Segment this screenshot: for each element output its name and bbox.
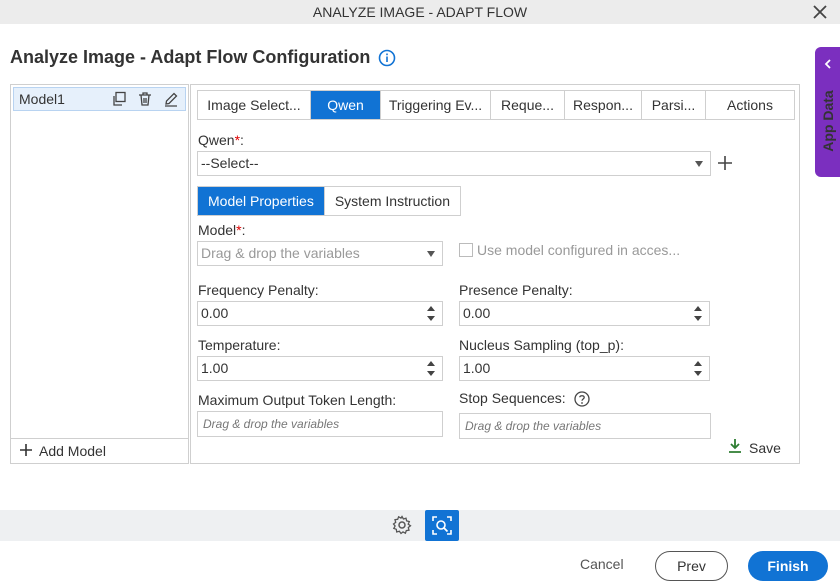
configuration-panel: Image Select... Qwen Triggering Ev... Re…: [190, 84, 800, 464]
subtab-model-properties[interactable]: Model Properties: [198, 187, 325, 215]
temperature-input[interactable]: 1.00: [197, 356, 443, 381]
property-subtabs: Model Properties System Instruction: [197, 186, 461, 216]
finish-button[interactable]: Finish: [748, 551, 828, 581]
app-data-panel-toggle[interactable]: App Data: [815, 47, 840, 177]
info-icon[interactable]: [378, 49, 396, 67]
stepper-icon[interactable]: [693, 359, 703, 378]
presence-penalty-label: Presence Penalty:: [459, 282, 573, 298]
frequency-penalty-label: Frequency Penalty:: [198, 282, 319, 298]
presence-penalty-value: 0.00: [463, 305, 491, 321]
add-model-label: Add Model: [39, 443, 106, 459]
image-scan-button[interactable]: [425, 510, 459, 541]
presence-penalty-input[interactable]: 0.00: [459, 301, 710, 326]
chevron-left-icon: [822, 57, 834, 69]
model-list-item[interactable]: Model1: [13, 87, 186, 111]
prev-button[interactable]: Prev: [655, 551, 728, 581]
temperature-value: 1.00: [201, 360, 229, 376]
model-item-actions: [111, 91, 179, 107]
max-output-token-label: Maximum Output Token Length:: [198, 392, 397, 408]
tab-qwen[interactable]: Qwen: [311, 91, 381, 119]
app-data-label: App Data: [820, 90, 836, 152]
tab-triggering-events[interactable]: Triggering Ev...: [381, 91, 491, 119]
nucleus-sampling-label: Nucleus Sampling (top_p):: [459, 337, 624, 353]
save-icon: [727, 438, 743, 457]
temperature-label: Temperature:: [198, 337, 281, 353]
help-icon[interactable]: [573, 391, 590, 407]
model-select[interactable]: Drag & drop the variables: [197, 241, 443, 266]
nucleus-sampling-value: 1.00: [463, 360, 491, 376]
close-icon[interactable]: [810, 2, 830, 22]
max-output-token-drop-field[interactable]: Drag & drop the variables: [197, 411, 443, 437]
qwen-select-value: --Select--: [201, 155, 259, 171]
copy-icon[interactable]: [111, 91, 127, 107]
save-label: Save: [749, 439, 781, 456]
stepper-icon[interactable]: [693, 304, 703, 323]
caret-down-icon: [427, 251, 435, 257]
frequency-penalty-input[interactable]: 0.00: [197, 301, 443, 326]
save-button[interactable]: Save: [727, 438, 781, 457]
use-configured-model-checkbox[interactable]: Use model configured in acces...: [459, 242, 680, 258]
model-select-placeholder: Drag & drop the variables: [201, 245, 360, 261]
tab-image-select[interactable]: Image Select...: [198, 91, 311, 119]
footer-toolbar: [0, 510, 840, 541]
tab-actions[interactable]: Actions: [706, 91, 794, 119]
add-model-button[interactable]: Add Model: [11, 438, 188, 463]
subtab-system-instruction[interactable]: System Instruction: [325, 187, 460, 215]
delete-icon[interactable]: [137, 91, 153, 107]
window-title: ANALYZE IMAGE - ADAPT FLOW: [312, 4, 528, 20]
config-tabs: Image Select... Qwen Triggering Ev... Re…: [197, 90, 795, 120]
stepper-icon[interactable]: [426, 359, 436, 378]
image-scan-icon: [432, 516, 452, 535]
add-connection-plus-icon[interactable]: [717, 155, 733, 171]
model-item-label: Model1: [19, 91, 65, 107]
qwen-select[interactable]: --Select--: [197, 151, 711, 176]
cancel-button[interactable]: Cancel: [580, 556, 624, 572]
stop-sequences-label: Stop Sequences:: [459, 390, 566, 406]
frequency-penalty-value: 0.00: [201, 305, 229, 321]
edit-icon[interactable]: [163, 91, 179, 107]
tab-response[interactable]: Respon...: [565, 91, 642, 119]
plus-icon: [19, 443, 33, 460]
stop-sequences-label-row: Stop Sequences:: [459, 390, 590, 407]
nucleus-sampling-input[interactable]: 1.00: [459, 356, 710, 381]
tab-parsing[interactable]: Parsi...: [642, 91, 706, 119]
page-title-row: Analyze Image - Adapt Flow Configuration: [10, 47, 396, 68]
model-list-panel: Model1 Add Model: [10, 84, 189, 464]
caret-down-icon: [695, 161, 703, 167]
stepper-icon[interactable]: [426, 304, 436, 323]
tab-request[interactable]: Reque...: [491, 91, 565, 119]
stop-sequences-drop-field[interactable]: Drag & drop the variables: [459, 413, 711, 439]
page-title: Analyze Image - Adapt Flow Configuration: [10, 47, 371, 67]
gear-icon[interactable]: [392, 515, 412, 535]
use-configured-model-label: Use model configured in acces...: [477, 242, 681, 258]
qwen-field-label: Qwen*:: [198, 132, 244, 148]
model-field-label: Model*:: [198, 222, 246, 238]
checkbox-box[interactable]: [459, 243, 473, 257]
window-titlebar: ANALYZE IMAGE - ADAPT FLOW: [0, 0, 840, 24]
